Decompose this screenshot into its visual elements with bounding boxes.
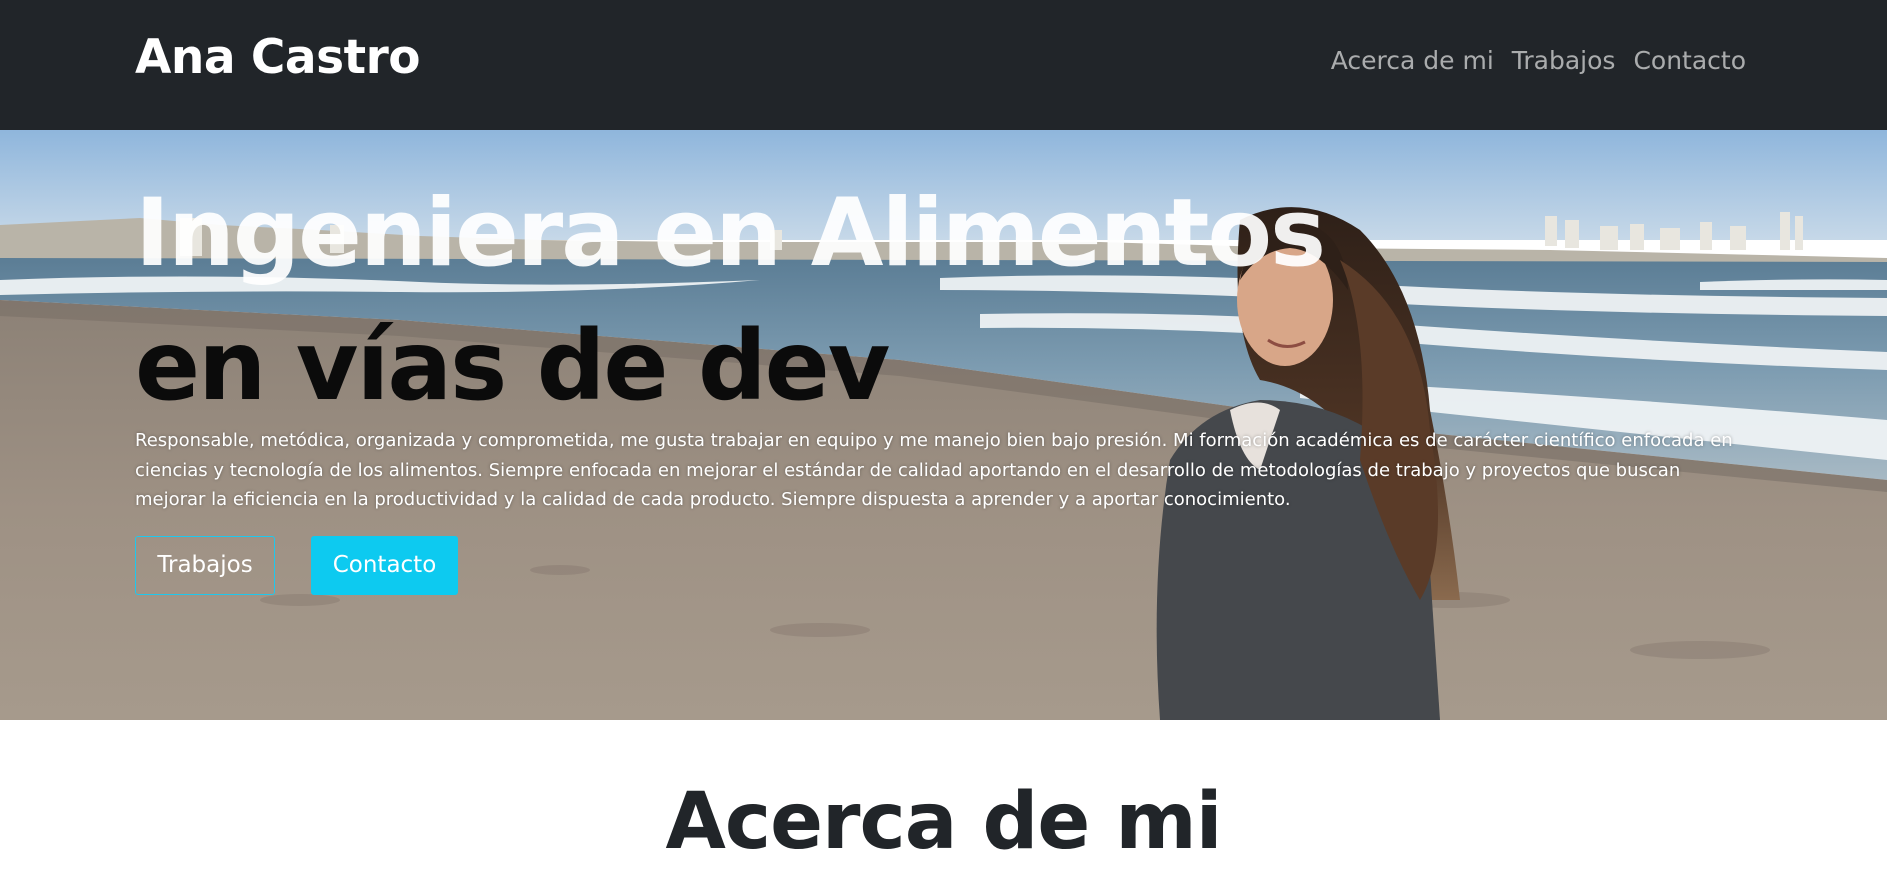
brand-logo-link[interactable]: Ana Castro [135,30,421,85]
nav-link-acerca[interactable]: Acerca de mi [1331,46,1494,75]
hero-headline-line2: en vías de dev [135,310,890,422]
about-section-title: Acerca de mi [665,777,1223,867]
works-button[interactable]: Trabajos [135,536,275,595]
hero-section: Ingeniera en Alimentos en vías de dev Re… [0,130,1887,720]
nav-link-trabajos[interactable]: Trabajos [1512,46,1616,75]
contact-button[interactable]: Contacto [311,536,458,595]
nav-links: Acerca de mi Trabajos Contacto [1331,46,1746,75]
nav-link-contacto[interactable]: Contacto [1633,46,1746,75]
hero-headline-line1: Ingeniera en Alimentos [135,179,1326,288]
navbar: Ana Castro Acerca de mi Trabajos Contact… [0,0,1887,130]
hero-description: Responsable, metódica, organizada y comp… [135,430,1733,510]
